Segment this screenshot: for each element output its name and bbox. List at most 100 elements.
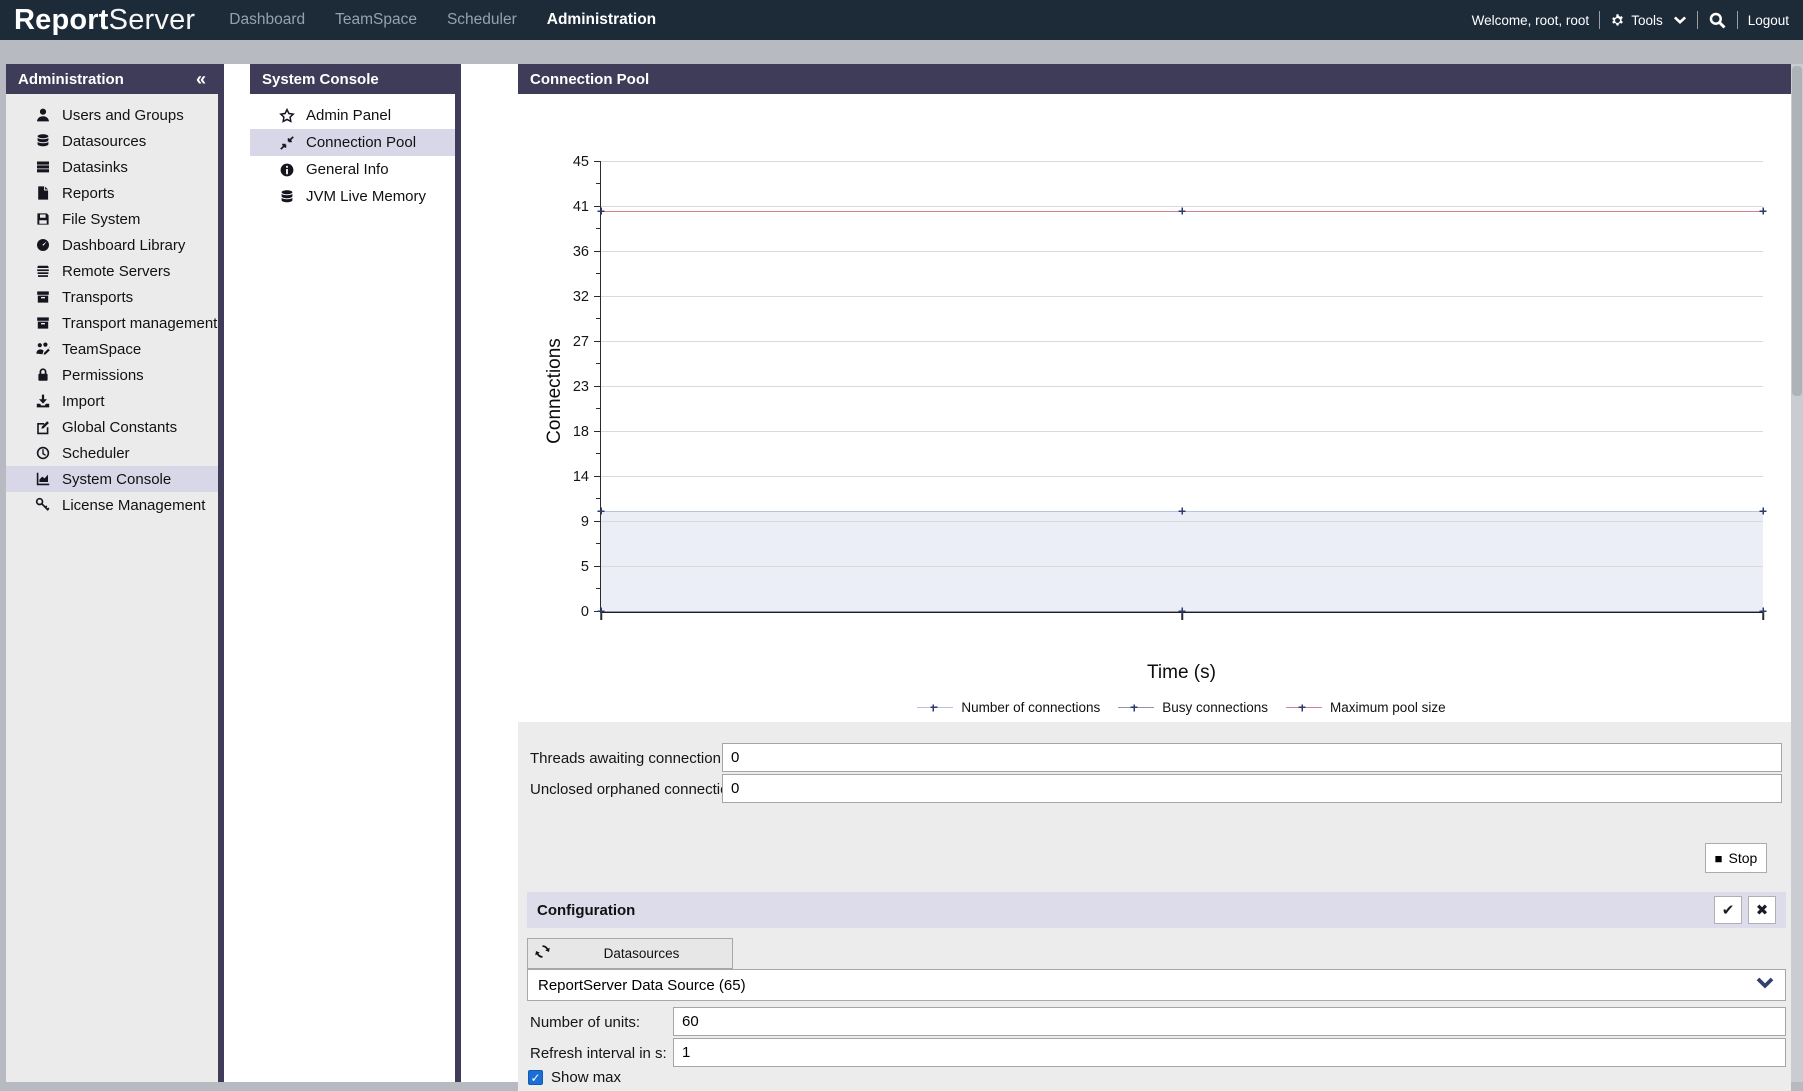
app-logo[interactable]: ReportServer [14,4,195,37]
apply-button[interactable]: ✔ [1714,896,1742,924]
clock-icon [34,445,52,461]
gridline [601,431,1763,432]
sidebar-item-label: Scheduler [62,445,130,462]
sidebar-item-label: Import [62,393,105,410]
tools-chevron-down-icon[interactable] [1673,14,1687,26]
database-icon [34,133,52,149]
y-axis-minor-tick [596,183,601,184]
sidebar-item-label: Datasources [62,133,146,150]
y-axis-tick-label: 0 [581,604,589,620]
connection-pool-body: Connections 0591418232732364145 Time (s)… [518,94,1791,1082]
logout-link[interactable]: Logout [1748,13,1789,28]
show-max-checkbox[interactable]: ✓ [528,1070,543,1085]
sidebar-item-global-constants[interactable]: Global Constants [6,414,218,440]
legend-label: Busy connections [1162,700,1268,715]
console-item-label: JVM Live Memory [306,188,426,205]
legend-item-number-of-connections: Number of connections [917,700,1100,715]
scrollbar-thumb[interactable] [1792,66,1802,396]
data-point-marker [1179,508,1186,515]
team-icon [34,341,52,357]
sidebar-item-label: Remote Servers [62,263,170,280]
connection-pool-form: Threads awaiting connection checkout: Un… [518,722,1791,1091]
threads-awaiting-input[interactable] [722,743,1782,772]
sidebar-item-label: File System [62,211,140,228]
server-rows-icon [34,159,52,175]
collapse-panel-icon[interactable]: « [196,70,206,88]
y-axis-tick [594,296,601,297]
refresh-icon[interactable] [534,943,551,965]
divider [1697,11,1698,29]
gridline [601,476,1763,477]
sidebar-item-datasinks[interactable]: Datasinks [6,154,218,180]
tools-menu[interactable]: Tools [1610,13,1663,28]
stop-button-label: Stop [1729,850,1758,866]
series-area-fill [601,511,1763,611]
datasource-select[interactable]: ReportServer Data Source (65) [527,969,1786,1001]
data-point-marker [1760,508,1767,515]
connection-pool-panel-header: Connection Pool [518,64,1791,94]
gridline [601,161,1763,162]
nav-link-teamspace[interactable]: TeamSpace [335,11,417,29]
unclosed-orphaned-input[interactable] [722,774,1782,803]
y-axis-tick [594,431,601,432]
system-console-menu: Admin Panel Connection Pool General Info… [250,94,455,210]
stop-button[interactable]: ■ Stop [1705,843,1767,873]
datasource-selected-value: ReportServer Data Source (65) [538,977,746,994]
tools-label: Tools [1631,13,1663,28]
y-axis-tick [594,161,601,162]
database-icon [278,189,296,205]
nav-link-scheduler[interactable]: Scheduler [447,11,517,29]
y-axis-tick-label: 23 [573,379,589,395]
sidebar-item-users-and-groups[interactable]: Users and Groups [6,102,218,128]
gear-icon [1610,13,1625,28]
data-point-marker [598,608,605,615]
sidebar-item-label: Reports [62,185,115,202]
y-axis-minor-tick [596,453,601,454]
console-item-general-info[interactable]: General Info [250,156,455,183]
y-axis-tick-label: 32 [573,289,589,305]
sidebar-item-label: Datasinks [62,159,128,176]
unclosed-orphaned-label: Unclosed orphaned connections: [530,781,748,798]
cancel-button[interactable]: ✖ [1748,896,1776,924]
refresh-interval-input[interactable] [673,1038,1786,1067]
search-icon[interactable] [1708,11,1727,30]
console-item-admin-panel[interactable]: Admin Panel [250,102,455,129]
floppy-icon [34,211,52,227]
sidebar-item-scheduler[interactable]: Scheduler [6,440,218,466]
data-point-marker [598,208,605,215]
data-point-marker [1760,208,1767,215]
sidebar-item-transports[interactable]: Transports [6,284,218,310]
console-item-jvm-live-memory[interactable]: JVM Live Memory [250,183,455,210]
y-axis-tick [594,566,601,567]
sidebar-item-system-console[interactable]: System Console [6,466,218,492]
sidebar-item-datasources[interactable]: Datasources [6,128,218,154]
gridline [601,386,1763,387]
y-axis-tick-label: 18 [573,424,589,440]
legend-label: Maximum pool size [1330,700,1446,715]
vertical-scrollbar[interactable] [1791,64,1803,1082]
welcome-text: Welcome, root, root [1472,13,1590,28]
sidebar-item-file-system[interactable]: File System [6,206,218,232]
number-of-units-input[interactable] [673,1007,1786,1036]
sidebar-item-permissions[interactable]: Permissions [6,362,218,388]
console-item-connection-pool[interactable]: Connection Pool [250,129,455,156]
sidebar-item-label: Users and Groups [62,107,184,124]
sidebar-item-dashboard-library[interactable]: Dashboard Library [6,232,218,258]
y-axis-tick [594,476,601,477]
sidebar-item-remote-servers[interactable]: Remote Servers [6,258,218,284]
chart-y-axis-title: Connections [544,336,566,446]
nav-link-administration[interactable]: Administration [547,11,656,29]
y-axis-tick [594,206,601,207]
sidebar-item-teamspace[interactable]: TeamSpace [6,336,218,362]
legend-item-busy-connections: Busy connections [1118,700,1268,715]
sidebar-item-label: System Console [62,471,171,488]
sidebar-item-import[interactable]: Import [6,388,218,414]
sidebar-item-transport-management[interactable]: Transport management [6,310,218,336]
sidebar-item-reports[interactable]: Reports [6,180,218,206]
gridline [601,296,1763,297]
sidebar-item-license-management[interactable]: License Management [6,492,218,518]
nav-link-dashboard[interactable]: Dashboard [229,11,305,29]
datasources-tab[interactable]: Datasources [527,938,733,969]
chart-legend: Number of connections Busy connections M… [600,700,1763,715]
show-max-row: ✓ Show max [528,1069,621,1086]
